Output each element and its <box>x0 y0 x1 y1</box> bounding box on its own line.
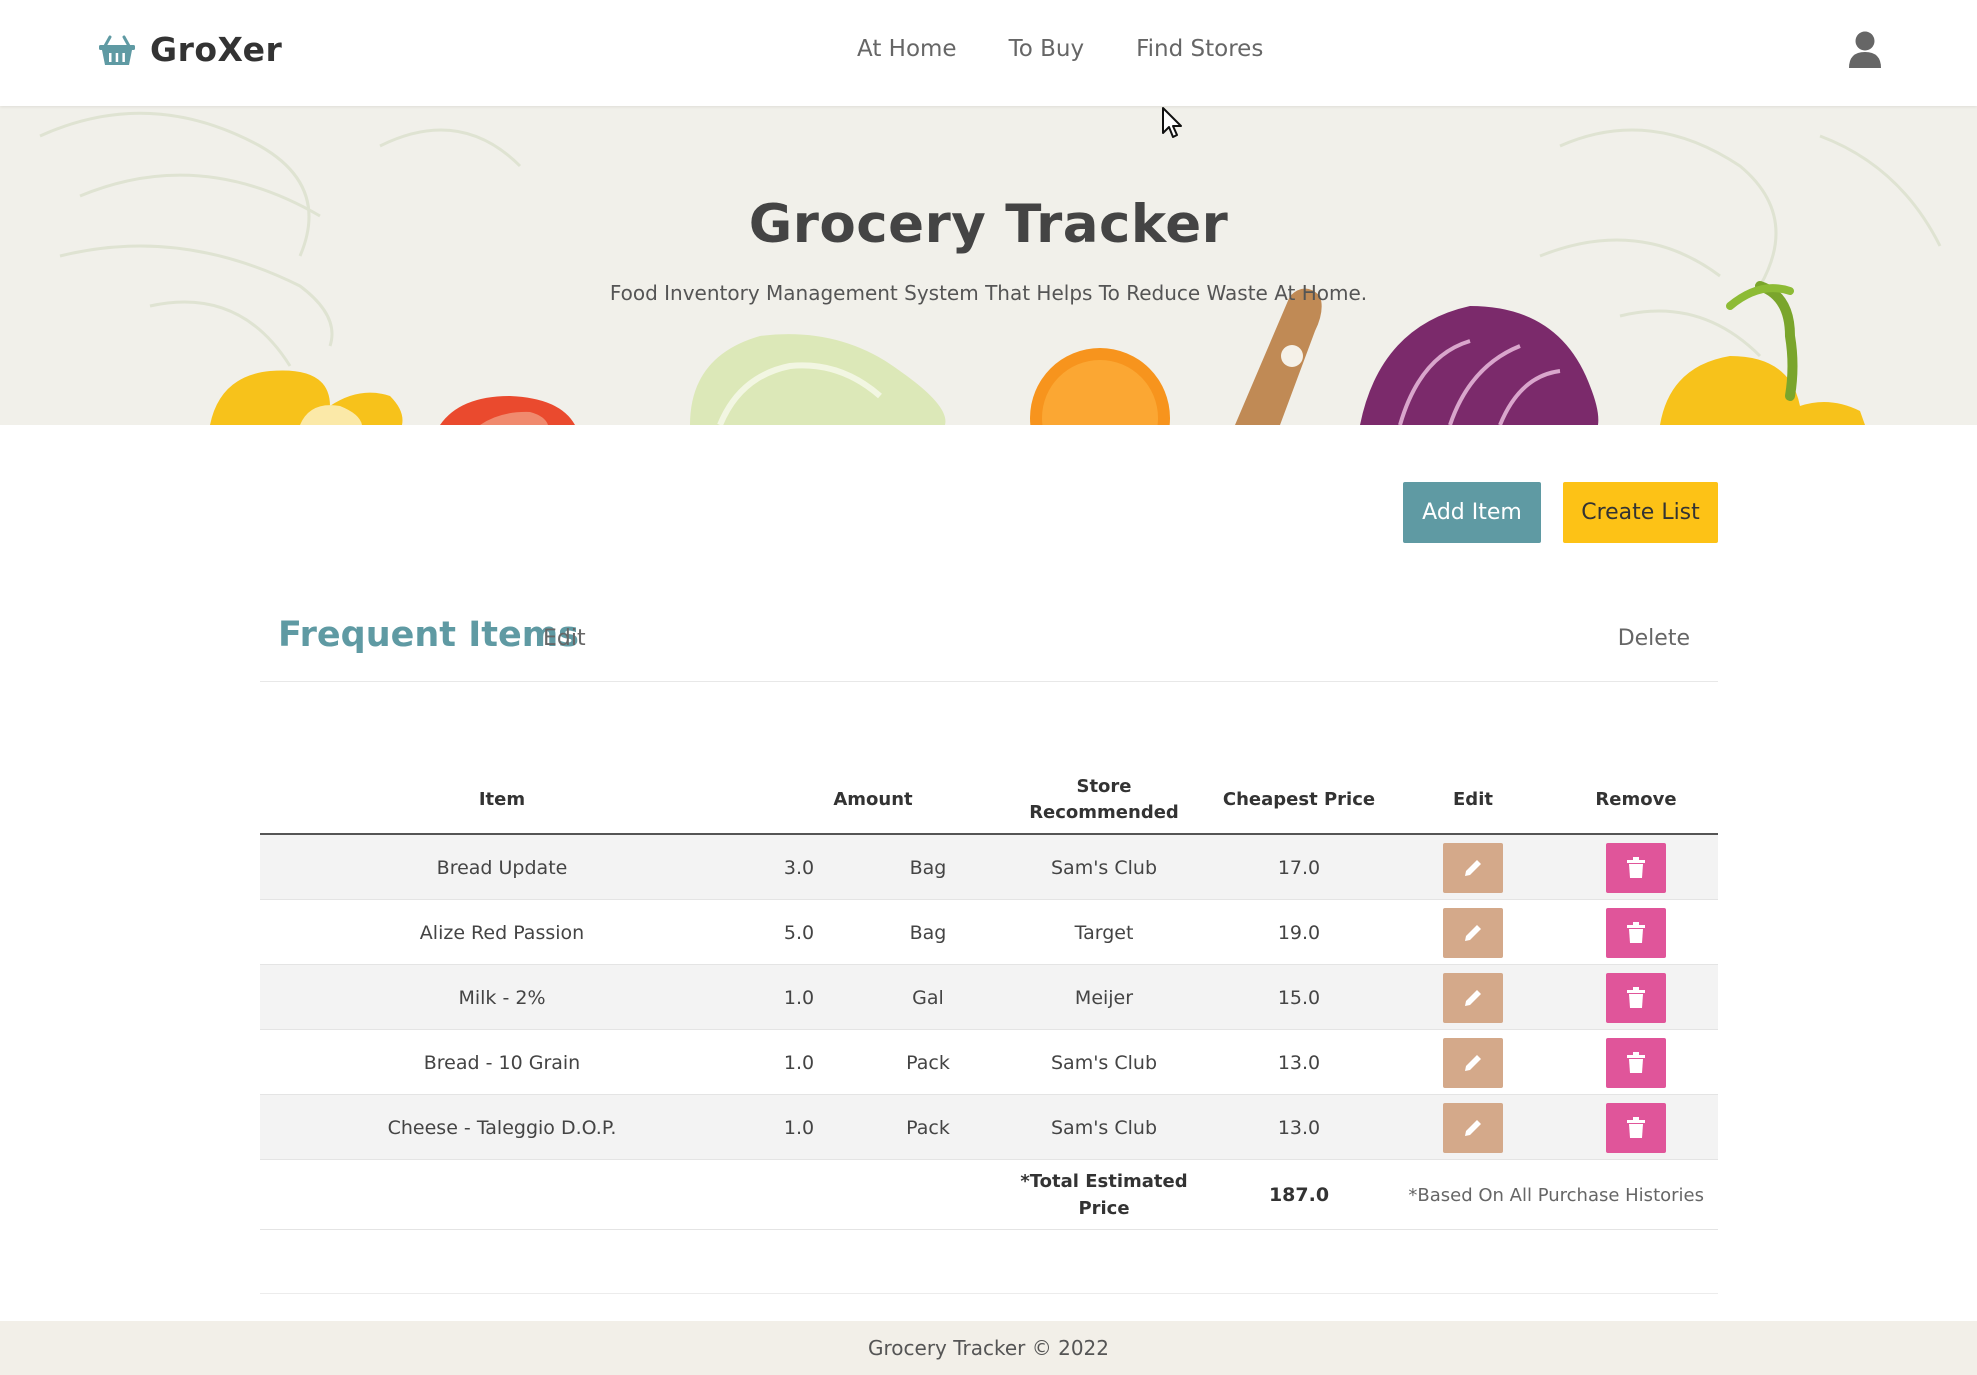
table-row: Alize Red Passion 5.0 Bag Target 19.0 <box>260 900 1718 965</box>
create-list-button[interactable]: Create List <box>1563 482 1718 543</box>
remove-cell <box>1554 1095 1718 1160</box>
edit-cell <box>1392 1030 1554 1095</box>
edit-item-button[interactable] <box>1443 1102 1503 1153</box>
item-amount: 1.0 <box>783 1116 815 1139</box>
remove-cell <box>1554 1030 1718 1095</box>
item-name: Alize Red Passion <box>419 921 585 944</box>
pencil-icon <box>1465 989 1481 1006</box>
nav-link-to-buy[interactable]: To Buy <box>1009 36 1085 62</box>
table-header: Item Amount Store Recommended Cheapest P… <box>260 765 1718 835</box>
table-row: Cheese - Taleggio D.O.P. 1.0 Pack Sam's … <box>260 1095 1718 1160</box>
remove-cell <box>1554 965 1718 1030</box>
item-unit: Pack <box>906 1116 950 1139</box>
remove-item-button[interactable] <box>1606 907 1666 958</box>
footer-text: Grocery Tracker © 2022 <box>868 1336 1109 1360</box>
remove-item-button[interactable] <box>1606 972 1666 1023</box>
total-value: 187.0 <box>1268 1184 1330 1206</box>
item-amount: 1.0 <box>783 1051 815 1074</box>
remove-cell <box>1554 900 1718 965</box>
remove-item-button[interactable] <box>1606 1037 1666 1088</box>
table-row: Milk - 2% 1.0 Gal Meijer 15.0 <box>260 965 1718 1030</box>
item-price: 13.0 <box>1277 1116 1321 1139</box>
item-store: Sam's Club <box>1050 1116 1158 1139</box>
item-unit: Bag <box>909 921 947 944</box>
footer: Grocery Tracker © 2022 <box>0 1321 1977 1375</box>
col-header-store: Store Recommended <box>1029 776 1179 823</box>
user-icon[interactable] <box>1848 31 1882 69</box>
col-header-amount: Amount <box>833 789 913 810</box>
trash-icon <box>1627 1116 1645 1138</box>
basket-icon <box>99 35 135 65</box>
remove-cell <box>1554 835 1718 900</box>
remove-item-button[interactable] <box>1606 842 1666 893</box>
item-store: Sam's Club <box>1050 856 1158 879</box>
col-header-remove: Remove <box>1595 789 1677 810</box>
section-delete-link[interactable]: Delete <box>1618 626 1690 651</box>
item-price: 13.0 <box>1277 1051 1321 1074</box>
item-store: Sam's Club <box>1050 1051 1158 1074</box>
item-price: 17.0 <box>1277 856 1321 879</box>
add-item-button[interactable]: Add Item <box>1403 482 1541 543</box>
mouse-cursor-icon <box>1162 107 1182 138</box>
trash-icon <box>1627 856 1645 878</box>
col-header-price: Cheapest Price <box>1222 789 1376 810</box>
brand[interactable]: GroXer <box>98 30 282 69</box>
trash-icon <box>1627 921 1645 943</box>
item-price: 15.0 <box>1277 986 1321 1009</box>
vegetables-background-illustration <box>39 111 1942 425</box>
item-price: 19.0 <box>1277 921 1321 944</box>
nav-links: At Home To Buy Find Stores <box>857 36 1263 62</box>
section-edit-link[interactable]: Edit <box>543 626 586 651</box>
pencil-icon <box>1465 1054 1481 1071</box>
item-amount: 1.0 <box>783 986 815 1009</box>
navbar: GroXer At Home To Buy Find Stores <box>0 0 1977 106</box>
table-row: Bread - 10 Grain 1.0 Pack Sam's Club 13.… <box>260 1030 1718 1095</box>
item-unit: Pack <box>906 1051 950 1074</box>
nav-link-find-stores[interactable]: Find Stores <box>1136 36 1263 62</box>
brand-name: GroXer <box>150 30 283 69</box>
edit-item-button[interactable] <box>1443 907 1503 958</box>
item-name: Bread - 10 Grain <box>423 1051 581 1074</box>
nav-link-at-home[interactable]: At Home <box>857 36 957 62</box>
edit-cell <box>1392 835 1554 900</box>
edit-item-button[interactable] <box>1443 1037 1503 1088</box>
item-unit: Gal <box>912 986 944 1009</box>
item-amount: 3.0 <box>783 856 815 879</box>
item-unit: Bag <box>909 856 947 879</box>
trash-icon <box>1627 1051 1645 1073</box>
trash-icon <box>1627 986 1645 1008</box>
edit-cell <box>1392 900 1554 965</box>
edit-item-button[interactable] <box>1443 842 1503 893</box>
item-store: Meijer <box>1074 986 1134 1009</box>
frequent-items-table: Item Amount Store Recommended Cheapest P… <box>260 765 1718 1230</box>
edit-cell <box>1392 1095 1554 1160</box>
col-header-item: Item <box>478 789 526 810</box>
item-name: Cheese - Taleggio D.O.P. <box>387 1116 617 1139</box>
item-amount: 5.0 <box>783 921 815 944</box>
edit-item-button[interactable] <box>1443 972 1503 1023</box>
hero-title: Grocery Tracker <box>748 194 1229 255</box>
pencil-icon <box>1465 859 1481 876</box>
section-title: Frequent Items <box>278 615 580 655</box>
table-row: Bread Update 3.0 Bag Sam's Club 17.0 <box>260 835 1718 900</box>
pencil-icon <box>1465 924 1481 941</box>
hero-banner: Grocery Tracker Food Inventory Managemen… <box>0 106 1977 425</box>
item-store: Target <box>1074 921 1134 944</box>
hero-subtitle: Food Inventory Management System That He… <box>609 281 1368 305</box>
total-label: *Total Estimated Price <box>1020 1171 1188 1219</box>
col-header-edit: Edit <box>1453 789 1493 810</box>
total-note: *Based On All Purchase Histories <box>1408 1184 1704 1206</box>
pencil-icon <box>1465 1119 1481 1136</box>
total-row: *Total Estimated Price 187.0 *Based On A… <box>260 1160 1718 1230</box>
remove-item-button[interactable] <box>1606 1102 1666 1153</box>
edit-cell <box>1392 965 1554 1030</box>
item-name: Bread Update <box>436 856 568 879</box>
item-name: Milk - 2% <box>458 986 546 1009</box>
frequent-items-header: Frequent Items Edit Delete <box>260 610 1718 682</box>
section-divider <box>260 1293 1718 1294</box>
